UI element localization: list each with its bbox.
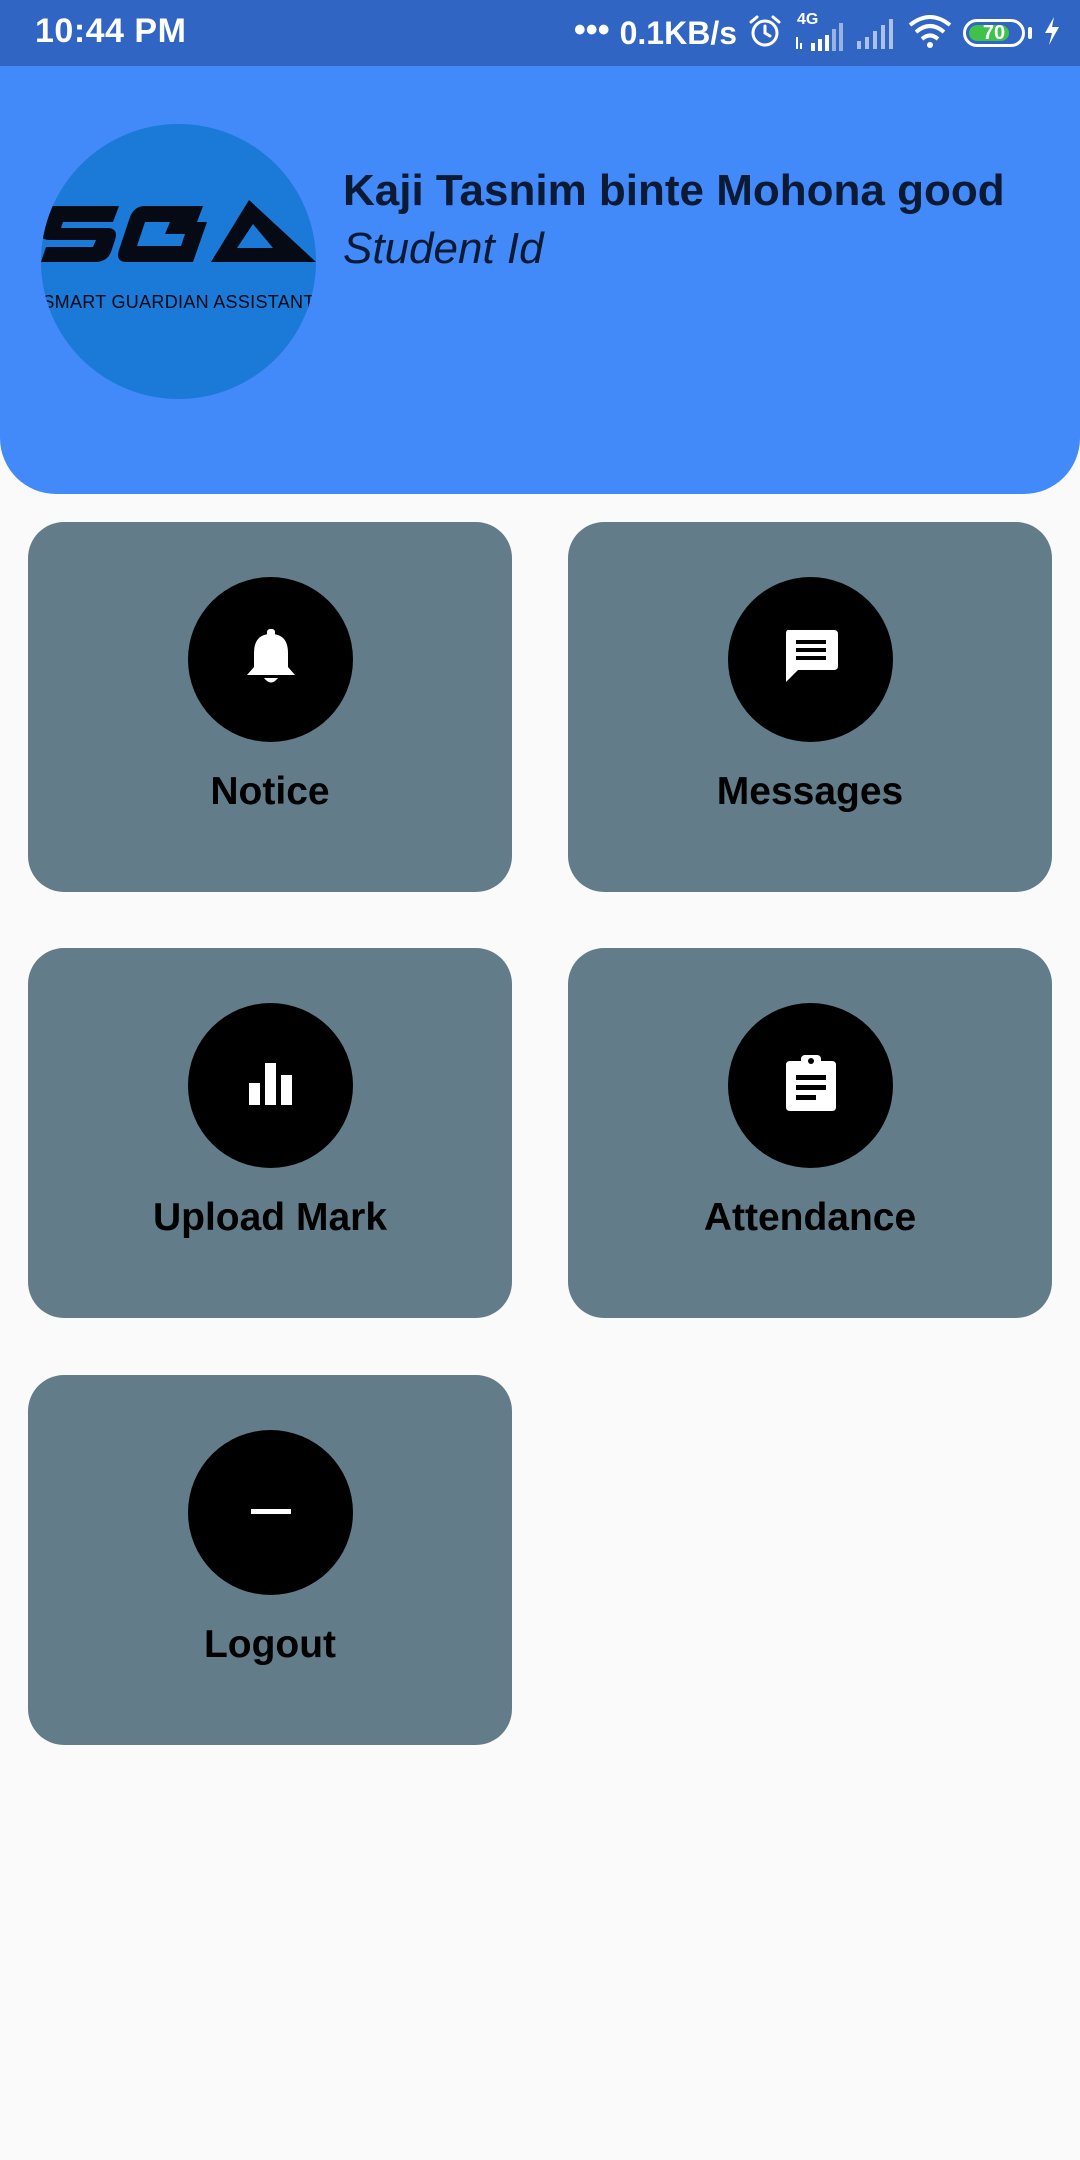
student-id-label: Student Id: [343, 224, 544, 273]
upload-mark-label: Upload Mark: [152, 1196, 388, 1239]
logout-icon-circle: [188, 1430, 353, 1595]
bar-chart-icon: [247, 1059, 295, 1112]
status-dots: •••: [573, 11, 610, 49]
sga-logo-mark: [41, 200, 316, 262]
profile-header: SMART GUARDIAN ASSISTANT Kaji Tasnim bin…: [0, 66, 1080, 494]
attendance-card[interactable]: Attendance: [568, 948, 1052, 1318]
upload-mark-icon-circle: [188, 1003, 353, 1168]
battery-tip: [1028, 27, 1032, 39]
charging-icon: [1042, 15, 1062, 52]
logout-card[interactable]: Logout: [28, 1375, 512, 1745]
status-bar: 10:44 PM ••• 0.1KB/s 4G 70: [0, 0, 1080, 66]
messages-label: Messages: [716, 770, 904, 813]
logout-label: Logout: [203, 1623, 337, 1666]
battery-icon: 70: [963, 19, 1025, 47]
alarm-icon: [747, 13, 783, 54]
wifi-icon: [907, 13, 953, 54]
messages-card[interactable]: Messages: [568, 522, 1052, 892]
signal-icon: 4G: [793, 11, 845, 53]
notice-icon-circle: [188, 577, 353, 742]
battery-level: 70: [982, 21, 1006, 44]
network-speed: 0.1KB/s: [619, 14, 737, 51]
upload-mark-card[interactable]: Upload Mark: [28, 948, 512, 1318]
attendance-icon-circle: [728, 1003, 893, 1168]
user-name: Kaji Tasnim binte Mohona good: [343, 166, 1005, 215]
logo-caption: SMART GUARDIAN ASSISTANT: [42, 292, 315, 312]
minus-icon: [249, 1504, 293, 1522]
app-logo: SMART GUARDIAN ASSISTANT: [41, 124, 316, 399]
status-icons: ••• 0.1KB/s 4G 70: [574, 0, 1062, 66]
bell-icon: [245, 629, 297, 690]
message-icon: [782, 628, 840, 691]
messages-icon-circle: [728, 577, 893, 742]
attendance-label: Attendance: [703, 1196, 917, 1239]
notice-card[interactable]: Notice: [28, 522, 512, 892]
signal-2-icon: [855, 11, 897, 56]
notice-label: Notice: [210, 770, 330, 813]
status-time: 10:44 PM: [35, 12, 187, 50]
clipboard-icon: [784, 1053, 838, 1118]
